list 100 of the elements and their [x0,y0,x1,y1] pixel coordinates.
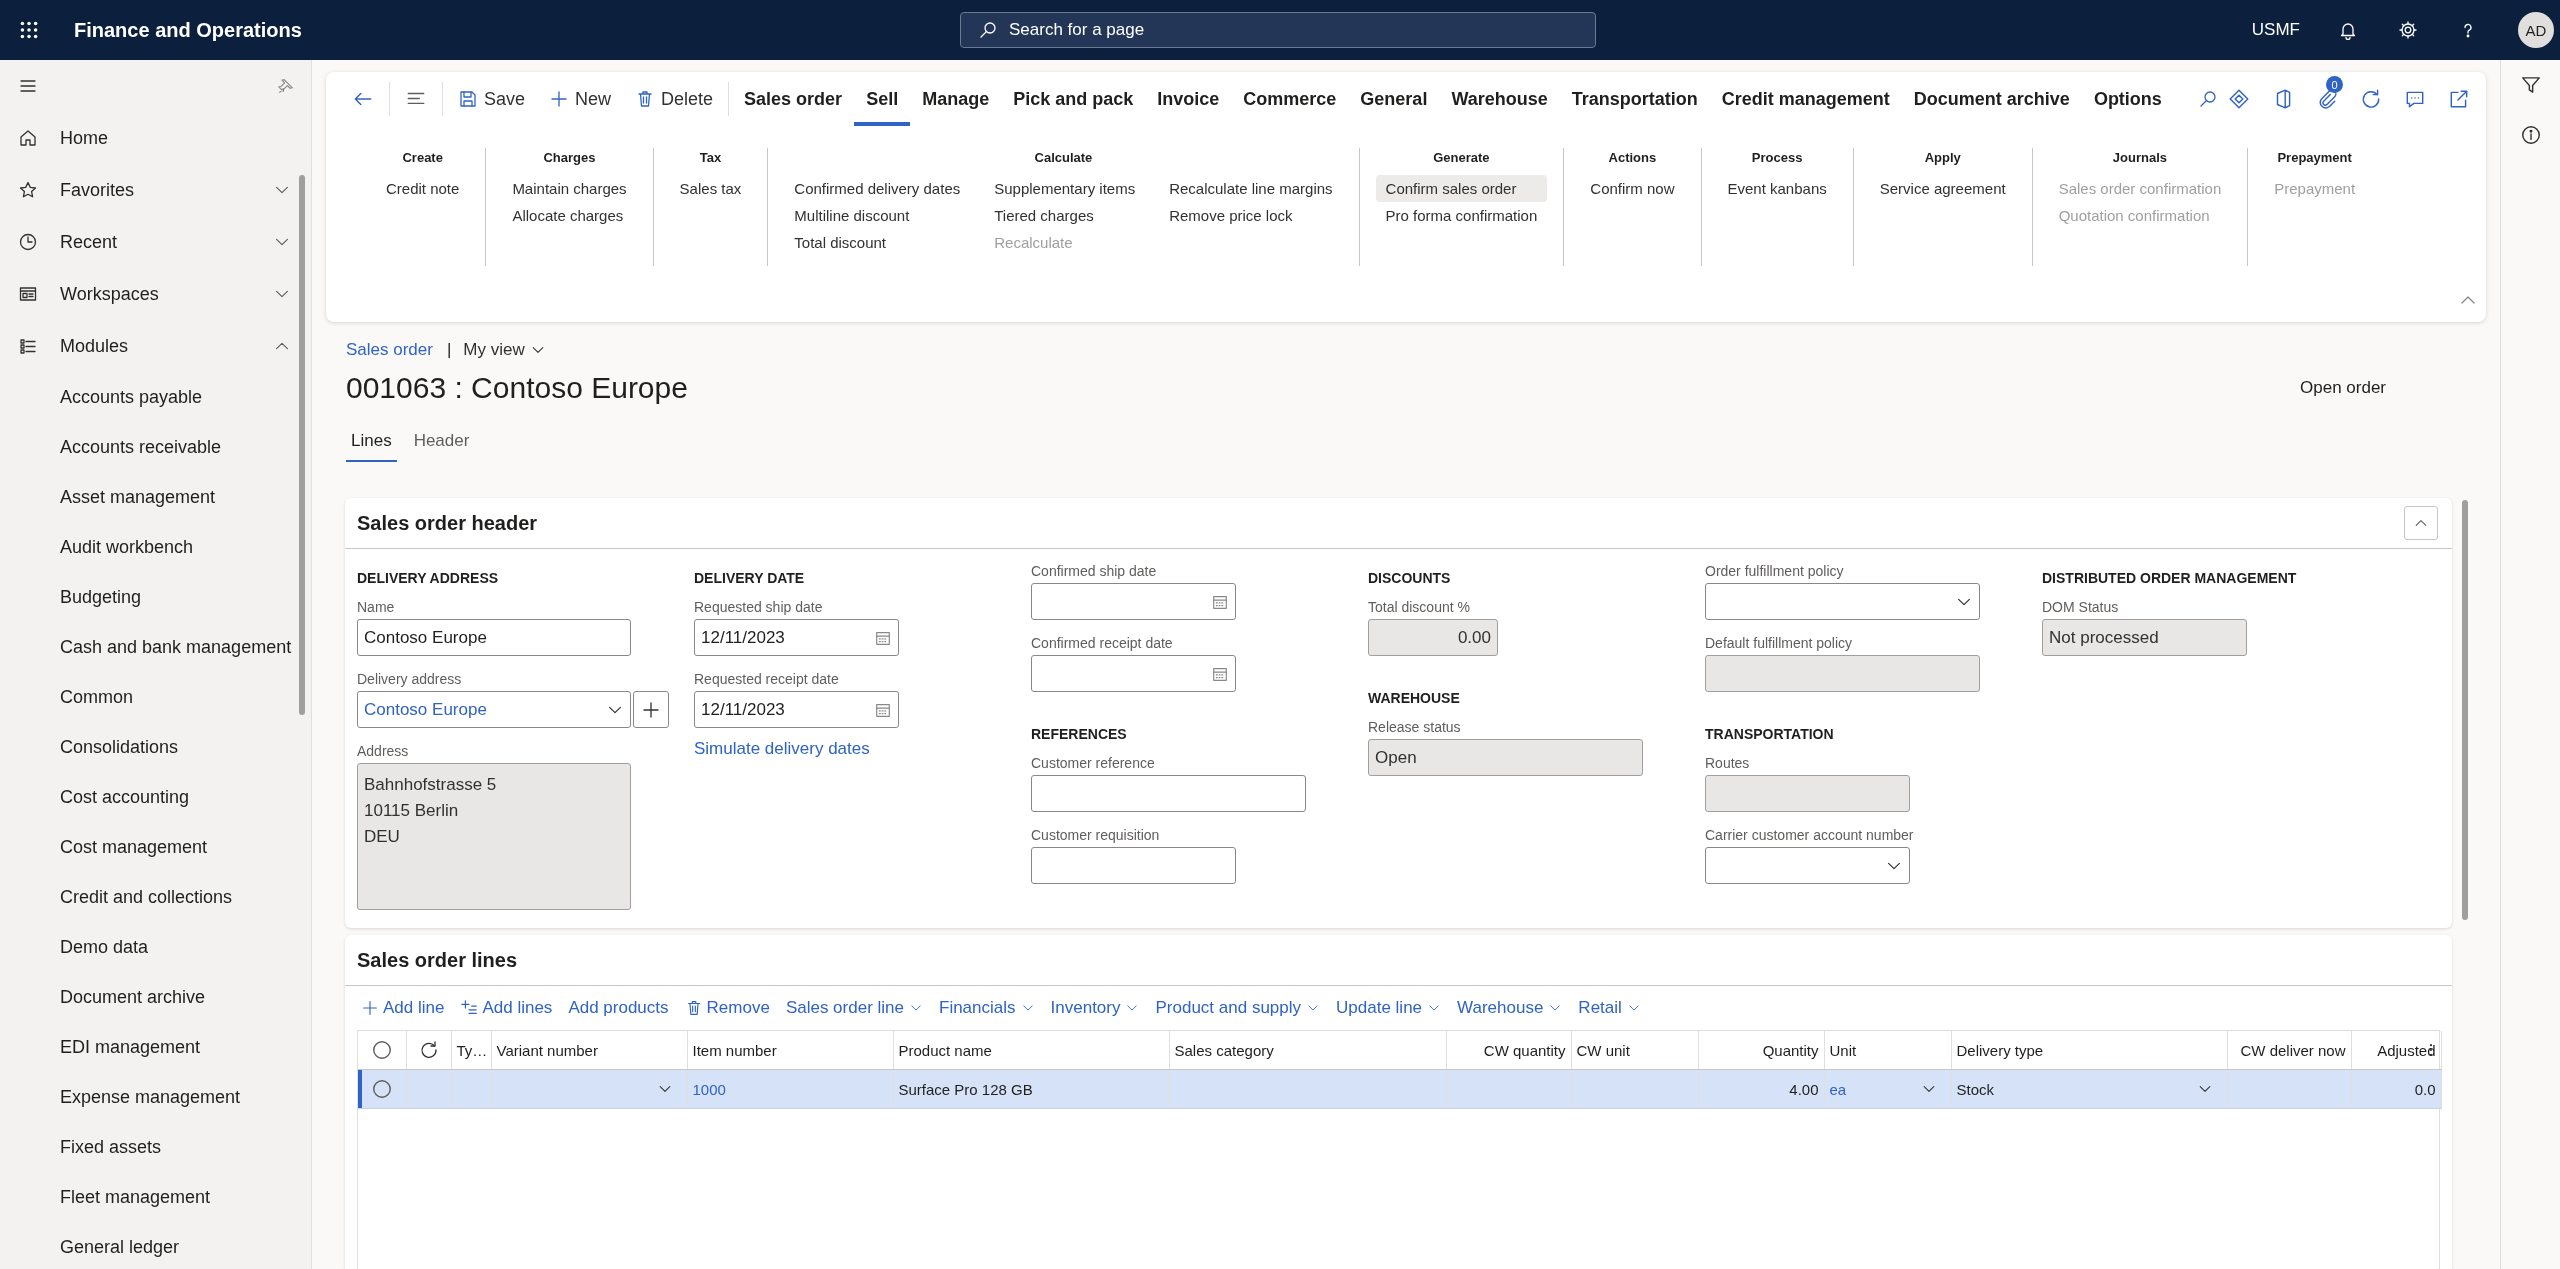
scrollbar[interactable] [2462,500,2468,920]
column-header[interactable]: Unit [1824,1031,1951,1070]
text-field[interactable] [1031,847,1236,884]
toolbar-button[interactable]: Product and supply [1147,990,1329,1026]
view-selector[interactable]: My view [463,340,546,360]
app-launcher-icon[interactable] [18,19,40,41]
ribbon-button[interactable]: Confirm now [1580,175,1685,202]
toolbar-button[interactable]: Sales order line [777,990,931,1026]
toolbar-button[interactable]: Add line [353,990,453,1026]
ribbon-button[interactable]: Maintain charges [502,175,637,202]
nav-item[interactable]: Favorites [0,164,311,216]
nav-item[interactable]: Workspaces [0,268,311,320]
nav-item[interactable]: Asset management [0,472,311,522]
toolbar-button[interactable]: Add lines [452,990,561,1026]
column-header[interactable]: Adjusted [2351,1031,2441,1070]
nav-item[interactable]: Budgeting [0,572,311,622]
nav-item[interactable]: Credit and collections [0,872,311,922]
ribbon-tab[interactable]: Invoice [1145,72,1232,126]
pin-icon[interactable] [277,77,295,95]
text-field[interactable] [1705,775,1910,812]
toolbar-button[interactable]: Remove [676,990,778,1026]
ribbon-tab[interactable]: Document archive [1901,72,2082,126]
app-title[interactable]: Finance and Operations [74,18,302,42]
table-cell[interactable]: Stock [1956,1080,1994,1098]
filter-icon[interactable] [2519,74,2542,96]
ribbon-button[interactable]: Tiered charges [984,202,1146,229]
section-title[interactable]: Sales order lines [357,948,2440,972]
ribbon-button[interactable]: Pro forma confirmation [1375,202,1548,229]
nav-item[interactable]: Common [0,672,311,722]
breadcrumb-link[interactable]: Sales order [346,340,433,360]
column-header[interactable]: Item number [687,1031,893,1070]
nav-item[interactable]: Consolidations [0,722,311,772]
nav-item[interactable]: General ledger [0,1222,311,1269]
column-header[interactable]: Quantity [1698,1031,1824,1070]
nav-item[interactable]: Accounts payable [0,372,311,422]
toolbar-button[interactable]: Add products [560,990,677,1026]
ribbon-button[interactable]: Allocate charges [502,202,637,229]
text-field[interactable]: Not processed [2042,619,2247,656]
ribbon-tab[interactable]: Sales order [732,72,855,126]
refresh-icon[interactable] [2360,88,2382,110]
ribbon-tab[interactable]: Pick and pack [1001,72,1146,126]
text-field[interactable]: Contoso Europe [357,619,631,656]
ribbon-button[interactable]: Service agreement [1869,175,2016,202]
ribbon-button[interactable]: Total discount [784,229,971,256]
selected-row[interactable]: 1000 Surface Pro 128 GB 4.00 ea Stock 0.0 [358,1069,2441,1109]
ribbon-tab[interactable]: Options [2081,72,2174,126]
nav-item[interactable]: Cost accounting [0,772,311,822]
add-button[interactable] [633,691,669,728]
notification-icon[interactable] [2338,20,2358,40]
ribbon-tab[interactable]: Sell [854,72,911,126]
section-title[interactable]: Sales order header [357,511,2404,535]
ribbon-button[interactable]: Recalculate line margins [1159,175,1343,202]
ribbon-button[interactable]: Supplementary items [984,175,1146,202]
column-header[interactable]: Sales category [1169,1031,1446,1070]
ribbon-button[interactable]: Confirmed delivery dates [784,175,971,202]
ribbon-tab[interactable]: Warehouse [1439,72,1560,126]
column-header[interactable]: Variant number [491,1031,687,1070]
table-cell[interactable]: 1000 [692,1080,726,1098]
settings-icon[interactable] [2398,20,2418,40]
date-field[interactable]: 12/11/2023 [694,619,899,656]
ribbon-tab[interactable]: Commerce [1231,72,1349,126]
ribbon-button[interactable]: Remove price lock [1159,202,1343,229]
toolbar-button[interactable]: Inventory [1042,990,1148,1026]
ribbon-tab[interactable]: Credit management [1709,72,1902,126]
scrollbar[interactable] [299,175,305,715]
toolbar-button[interactable]: Update line [1328,990,1450,1026]
ribbon-tab[interactable]: Manage [910,72,1002,126]
tab[interactable]: Lines [346,422,397,462]
date-field[interactable] [1031,583,1236,620]
column-header[interactable]: Ty… [451,1031,491,1070]
nav-item[interactable]: Fixed assets [0,1122,311,1172]
ribbon-button[interactable]: Sales tax [669,175,752,202]
ribbon-button[interactable]: Multiline discount [784,202,971,229]
column-header[interactable]: Delivery type [1951,1031,2227,1070]
nav-item[interactable]: Recent [0,216,311,268]
nav-item[interactable]: Cash and bank management [0,622,311,672]
select-all-radio[interactable] [370,1039,393,1061]
column-header[interactable]: Product name [893,1031,1169,1070]
company-selector[interactable]: USMF [2251,20,2300,40]
ribbon-button[interactable]: Confirm sales order [1375,175,1548,202]
nav-item[interactable]: Audit workbench [0,522,311,572]
nav-item[interactable]: Document archive [0,972,311,1022]
date-field[interactable] [1031,655,1236,692]
ribbon-button[interactable]: Event kanbans [1717,175,1837,202]
open-in-new-window-icon[interactable] [2448,88,2470,110]
toolbar-button[interactable]: Warehouse [1449,990,1571,1026]
dropdown-field[interactable] [1705,583,1980,620]
nav-item[interactable]: Accounts receivable [0,422,311,472]
column-header[interactable]: CW deliver now [2227,1031,2351,1070]
ribbon-tab[interactable]: Transportation [1559,72,1710,126]
toolbar-button[interactable]: Financials [931,990,1043,1026]
toolbar-button[interactable]: Delete [623,79,726,119]
nav-item[interactable]: Cost management [0,822,311,872]
ribbon-tab[interactable]: General [1348,72,1440,126]
nav-item[interactable]: Expense management [0,1072,311,1122]
dropdown-field[interactable]: Contoso Europe [357,691,631,728]
address-field[interactable]: Bahnhofstrasse 5 10115 Berlin DEU [357,763,631,910]
text-field[interactable]: Open [1368,739,1643,776]
diamond-icon[interactable] [2228,88,2250,110]
ribbon-button[interactable]: Credit note [376,175,470,202]
